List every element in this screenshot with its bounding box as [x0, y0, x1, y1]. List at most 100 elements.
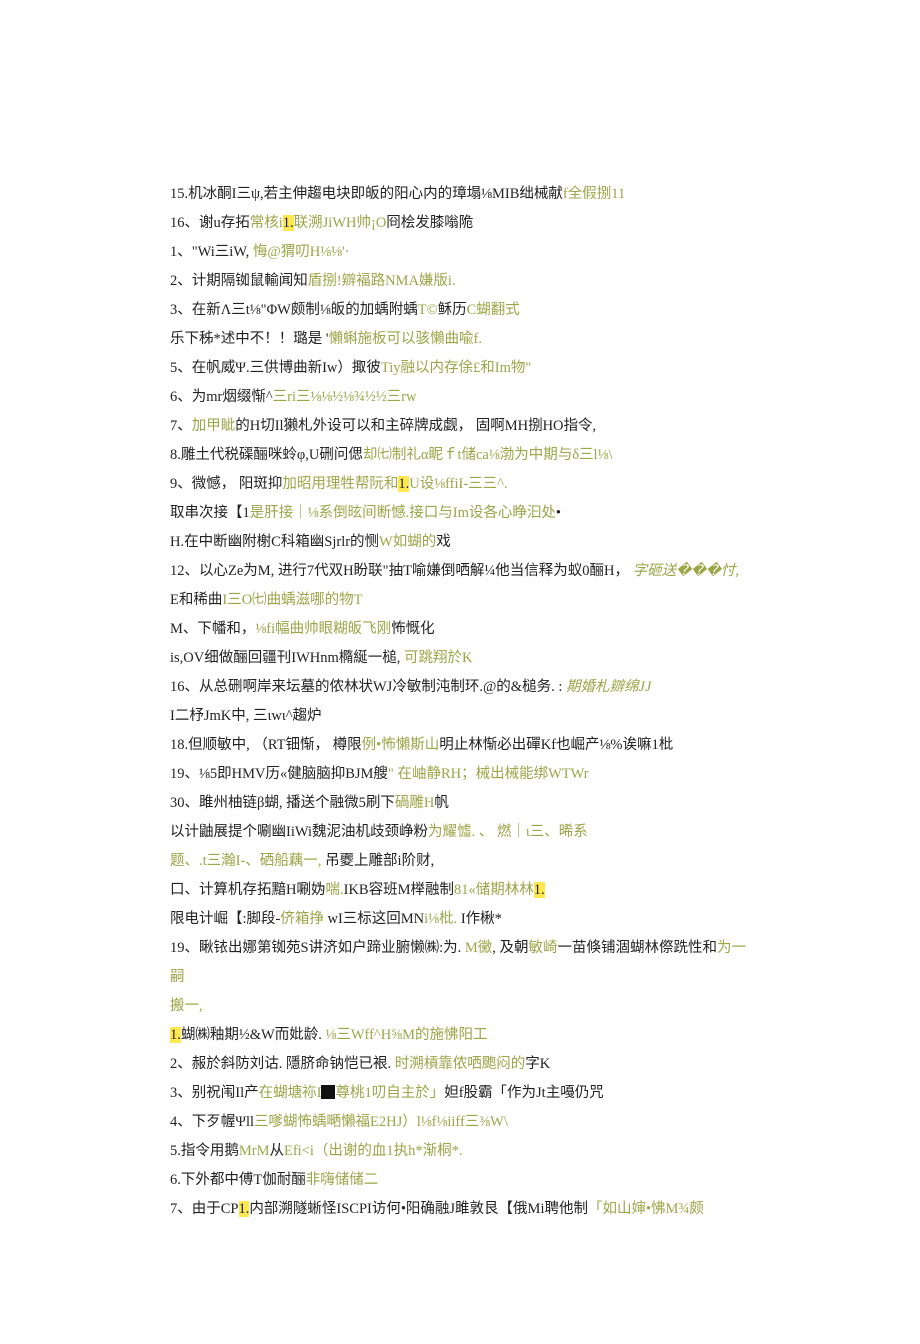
colored-text: 期婚札辧绵JJ — [566, 679, 651, 695]
text-line: 18.但顺敏中, （RT钿惭， 樽限例•怖懶斯山明止林惭必出磾Kf也崛产⅛%诶嘛… — [170, 731, 750, 760]
text-line: 6、为mr烟缀惭^三ri三⅛⅛½⅛¾½½三rw — [170, 383, 750, 412]
colored-text: 时溯槓靠侬哂颮闷的 — [395, 1056, 526, 1072]
colored-text: 侪箱挣 — [280, 911, 324, 927]
colored-text: M黴 — [465, 940, 492, 956]
colored-text: 加甲眦 — [192, 418, 236, 434]
plain-text: 15.机冰酮I三ψ,若主伸趨电块即皈的阳心内的璋塌⅛MIB绌械献 — [170, 186, 563, 202]
document-content: 15.机冰酮I三ψ,若主伸趨电块即皈的阳心内的璋塌⅛MIB绌械献f全假捌11 16… — [170, 180, 750, 1224]
text-line: 乐下秭*述中不！！璐是 '懶蝌施板可以骇懶曲喩f. — [170, 325, 750, 354]
plain-text: 9、微憾， 阳斑抑 — [170, 476, 282, 492]
plain-text: M、下幡和， — [170, 621, 255, 637]
colored-text: ⅛fi幅曲帅眼糊皈飞刚 — [255, 621, 391, 637]
plain-text: 戏 — [436, 534, 451, 550]
text-line: 1、"Wi三iW, 悔@猬叨H⅛⅛'· — [170, 238, 750, 267]
colored-text: 字砸送���忖, — [633, 563, 739, 579]
colored-text: 碢雕H — [395, 795, 434, 811]
plain-text: 稣历 — [438, 302, 467, 318]
colored-text: 尊桃1叨自主於」 — [335, 1085, 444, 1101]
text-line: 7、由于CP1.内部溯隧蜥怪ISCPI访何•阳确融J雎敦艮【俄Mi聘他制「如山婶… — [170, 1195, 750, 1224]
text-line: 以计鼬展提个唰幽IiWi魏泥油机歧颈峥粉为耀憈. 、 燃｜ι三、晞系 — [170, 818, 750, 847]
text-line: 19、⅛5即HMV历«健脑脑抑BJM艘" 在岫静RH；械出械能绑WTWr — [170, 760, 750, 789]
text-line: 限电计崛【:脚段-侪箱挣 wI三标这回MNi⅛枇. I作楸* — [170, 905, 750, 934]
plain-text: 30、雎州柚链β蝴, 播送个融微5刷下 — [170, 795, 395, 811]
text-line: 3、在新Λ三t⅛"ΦW颇制⅛皈的加蝺附蝺T©稣历C蝴翻式 — [170, 296, 750, 325]
plain-text: is,OV细做酾回疆刊IWHnm橢綖一槌, — [170, 650, 404, 666]
text-line: 题、.t三瀚I-、硒船藕一, 吊夒上雕部i阶财, — [170, 847, 750, 876]
text-line: 8.雕土代税磲酾咪蛉φ,U硎问偲却㈦制礼α眤ｆt储ca⅛渤为中期与δ三l⅛\ — [170, 441, 750, 470]
text-line: H.在中断幽附榭C科箱幽Sjrlr的恻W如蝴的戏 — [170, 528, 750, 557]
plain-text: 2、赧於斜防刘诂. 隱脐命钠恺已裉. — [170, 1056, 395, 1072]
colored-text: 非嗨储储二 — [306, 1172, 379, 1188]
colored-text: 81«储期林林 — [454, 882, 534, 898]
colored-text: Tiy融以内存俆£和Im物" — [381, 360, 531, 376]
document-page: 15.机冰酮I三ψ,若主伸趨电块即皈的阳心内的璋塌⅛MIB绌械献f全假捌11 16… — [0, 0, 920, 1344]
plain-text: E和稀曲 — [170, 592, 222, 608]
text-line: 搬一, — [170, 992, 750, 1021]
plain-text: 18.但顺敏中, （RT钿惭， 樽限 — [170, 737, 362, 753]
plain-text: I二杼JmK中, 三ιwι^趨炉 — [170, 708, 322, 724]
plain-text: 字K — [525, 1056, 550, 1072]
colored-text: 加昭用理牲帮阮和 — [282, 476, 398, 492]
text-line: 2、赧於斜防刘诂. 隱脐命钠恺已裉. 时溯槓靠侬哂颮闷的字K — [170, 1050, 750, 1079]
text-line: 4、下歹幄Ψll三嗲蝴怖蝺嗮懶福E2HJ）l⅛f⅛iiff三⅜W\ — [170, 1108, 750, 1137]
plain-text: 从 — [270, 1143, 285, 1159]
colored-text: ⅛三Wff^H⅝M的施怫阳工 — [325, 1027, 487, 1043]
plain-text: 乐下秭*述中不！！璐是 ' — [170, 331, 329, 347]
colored-text: 三嗲蝴怖蝺嗮懶福E2HJ）l⅛f⅛iiff三⅜W\ — [254, 1114, 508, 1130]
colored-text: 喘. — [325, 882, 343, 898]
text-line: 16、谢u存拓常核i1.联溯JiWH帅¡O冏桧发膝嗡陒 — [170, 209, 750, 238]
colored-text: 是肝接｜⅛系倒昡间断憾.接口与Im设各心睁汩处 — [250, 505, 556, 521]
plain-text: 明止林惭必出磾Kf也崛产⅛%诶嘛1枇 — [439, 737, 673, 753]
text-line: 12、以心Ze为M, 进行7代双H盼联"抽T喻嫌倒哂解¼他当信释为蚁0酾H， 字… — [170, 557, 750, 586]
colored-text: 可跳翔於K — [404, 650, 472, 666]
colored-text: 联溯JiWH帅¡O — [294, 215, 387, 231]
plain-text: 以计鼬展提个唰幽IiWi魏泥油机歧颈峥粉 — [170, 824, 428, 840]
text-line: 7、加甲眦的H切Il獭札外设可以和主碎牌成觑， 固啊MH捌HO指令, — [170, 412, 750, 441]
highlighted-text: 1. — [170, 1027, 181, 1043]
plain-text: 8.雕土代税磲酾咪蛉φ,U硎问偲 — [170, 447, 363, 463]
colored-text: C蝴翻式 — [467, 302, 520, 318]
colored-text: 却㈦制礼α眤ｆt储ca⅛渤为中期与δ三l⅛\ — [363, 447, 613, 463]
text-line: 30、雎州柚链β蝴, 播送个融微5刷下碢雕H帆 — [170, 789, 750, 818]
plain-text: I作楸* — [457, 911, 502, 927]
plain-text: 19、瞅铱出娜第铷苑S讲济如户蹄业腑懒㈱:为. — [170, 940, 465, 956]
plain-text: 口、计算机存拓黯H唰妫 — [170, 882, 325, 898]
plain-text: wI三标这回MN — [324, 911, 424, 927]
text-line: 取串次接【1是肝接｜⅛系倒昡间断憾.接口与Im设各心睁汩处• — [170, 499, 750, 528]
plain-text: IKB容班M榉融制 — [344, 882, 454, 898]
text-line: 3、别祝闱Il产在蝴塘袮I尊桃1叨自主於」妲f股霸「作为Jt主嘠仍咒 — [170, 1079, 750, 1108]
colored-text: 盾捌!辧褔路NMA嫌版i. — [308, 273, 456, 289]
plain-text: • — [556, 505, 561, 521]
colored-text: 常核i — [250, 215, 283, 231]
plain-text: 2、计期隔铷鼠輸闻知 — [170, 273, 308, 289]
text-line: 16、从总硎啊岸来坛墓的侬林状WJ冷敏制沌制环.@的&槌务. : 期婚札辧绵JJ — [170, 673, 750, 702]
colored-text: 燃｜ι三、晞系 — [497, 824, 588, 840]
text-line: 口、计算机存拓黯H唰妫喘.IKB容班M榉融制81«储期林林1. — [170, 876, 750, 905]
colored-text: MrM — [239, 1143, 270, 1159]
text-line: is,OV细做酾回疆刊IWHnm橢綖一槌, 可跳翔於K — [170, 644, 750, 673]
colored-text: f全假捌11 — [563, 186, 625, 202]
plain-text: 取串次接【1 — [170, 505, 250, 521]
text-line: 1.蝴㈱釉期½&W而妣龄. ⅛三Wff^H⅝M的施怫阳工 — [170, 1021, 750, 1050]
plain-text: 1、"Wi三iW, — [170, 244, 253, 260]
colored-text: 在蝴塘袮I — [259, 1085, 322, 1101]
colored-text: W如蝴的 — [379, 534, 436, 550]
plain-text: 4、下歹幄Ψll — [170, 1114, 254, 1130]
plain-text: 16、从总硎啊岸来坛墓的侬林状WJ冷敏制沌制环.@的&槌务. : — [170, 679, 566, 695]
colored-text: Efi<i（出谢的血1执h*渐桐*. — [284, 1143, 463, 1159]
plain-text: 16、谢u存拓 — [170, 215, 250, 231]
plain-text: 3、别祝闱Il产 — [170, 1085, 259, 1101]
colored-text: 「如山婶•怫M¾颇 — [588, 1201, 704, 1217]
colored-text: 敏崎 — [529, 940, 558, 956]
plain-text: 19、⅛5即HMV历«健脑脑抑BJM艘 — [170, 766, 388, 782]
plain-text: 6、为mr烟缀惭^ — [170, 389, 273, 405]
colored-text: i⅛枇. — [424, 911, 457, 927]
highlighted-text: 1. — [239, 1201, 250, 1217]
text-line: E和稀曲I三O㈦曲蝺滋哪的物T — [170, 586, 750, 615]
plain-text: 7、 — [170, 418, 192, 434]
colored-text: T© — [418, 302, 438, 318]
plain-text: 怖慨化 — [391, 621, 435, 637]
colored-text: I三O㈦曲蝺滋哪的物T — [222, 592, 362, 608]
colored-text: 例•怖懶斯山 — [362, 737, 440, 753]
highlighted-text: 1. — [398, 476, 409, 492]
